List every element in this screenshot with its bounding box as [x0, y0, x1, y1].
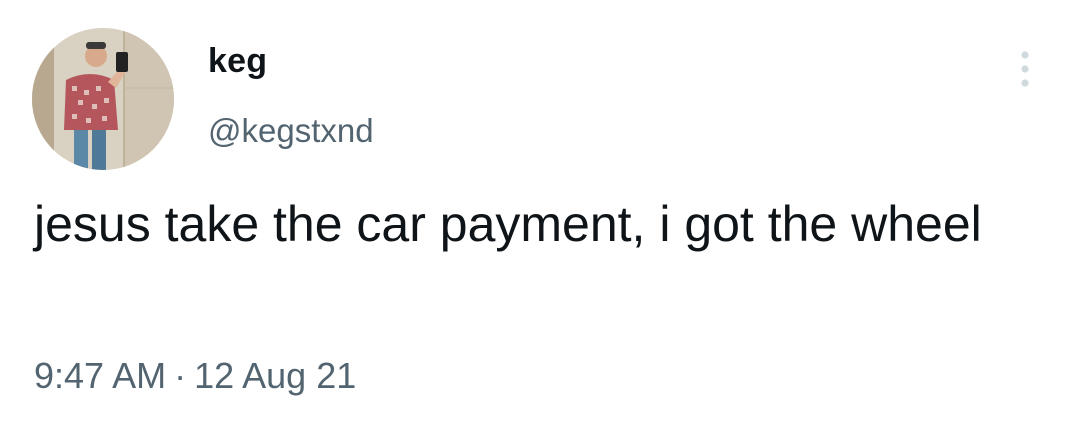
meta-separator: · — [174, 355, 187, 396]
avatar[interactable] — [32, 28, 174, 170]
tweet-date[interactable]: 12 Aug 21 — [194, 355, 356, 396]
more-vertical-icon — [1021, 51, 1029, 87]
avatar-image — [32, 28, 174, 170]
more-button[interactable] — [1005, 46, 1045, 92]
tweet-card: keg @kegstxnd jesus take the car payment… — [0, 0, 1080, 429]
tweet-time[interactable]: 9:47 AM — [34, 355, 166, 396]
author-name[interactable]: keg — [208, 44, 267, 78]
author-handle[interactable]: @kegstxnd — [208, 114, 374, 147]
tweet-timestamp[interactable]: 9:47 AM · 12 Aug 21 — [34, 358, 356, 394]
tweet-text: jesus take the car payment, i got the wh… — [34, 196, 982, 252]
